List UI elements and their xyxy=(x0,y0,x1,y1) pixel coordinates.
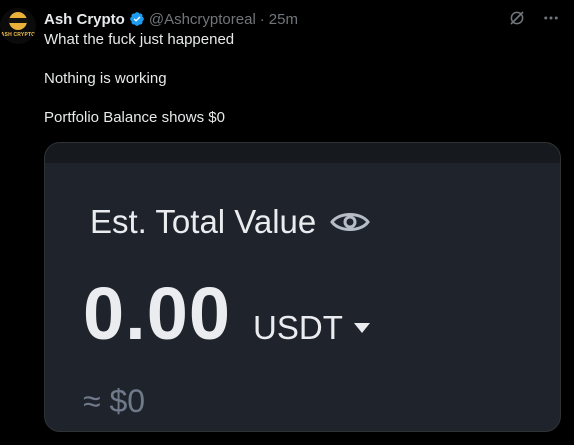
grok-icon[interactable] xyxy=(508,9,526,27)
currency-selector: USDT xyxy=(253,309,371,347)
tweet-header: Ash Crypto @Ashcryptoreal · 25m xyxy=(44,9,298,29)
caret-down-icon xyxy=(353,323,370,333)
tweet-line: Nothing is working xyxy=(44,70,167,87)
balance-row: 0.00 USDT xyxy=(83,271,371,356)
tweet-line: Portfolio Balance shows $0 xyxy=(44,109,225,126)
tweet-media-image[interactable]: Est. Total Value 0.00 USDT ≈ $0 xyxy=(44,142,561,432)
author-name[interactable]: Ash Crypto xyxy=(44,11,125,28)
avatar[interactable]: ASH CRYPTO xyxy=(0,8,36,44)
avatar-glasses xyxy=(8,18,28,23)
eye-icon xyxy=(330,213,371,231)
tweet-line: What the fuck just happened xyxy=(44,31,235,48)
approx-value: ≈ $0 xyxy=(83,383,146,419)
est-total-value: Est. Total Value xyxy=(90,203,371,241)
separator-dot: · xyxy=(259,10,265,28)
author-handle[interactable]: @Ashcryptoreal xyxy=(149,11,256,28)
tweet-actions xyxy=(508,9,560,27)
est-total-label: Est. Total Value xyxy=(90,203,317,240)
verified-badge-icon xyxy=(130,12,144,26)
timestamp[interactable]: 25m xyxy=(269,11,298,28)
tweet-text: What the fuck just happened Nothing is w… xyxy=(44,30,554,128)
balance-amount: 0.00 xyxy=(83,272,232,355)
media-top-strip xyxy=(45,143,560,163)
avatar-text: ASH CRYPTO xyxy=(0,32,36,38)
more-icon[interactable] xyxy=(542,9,560,27)
currency-label: USDT xyxy=(253,309,343,346)
